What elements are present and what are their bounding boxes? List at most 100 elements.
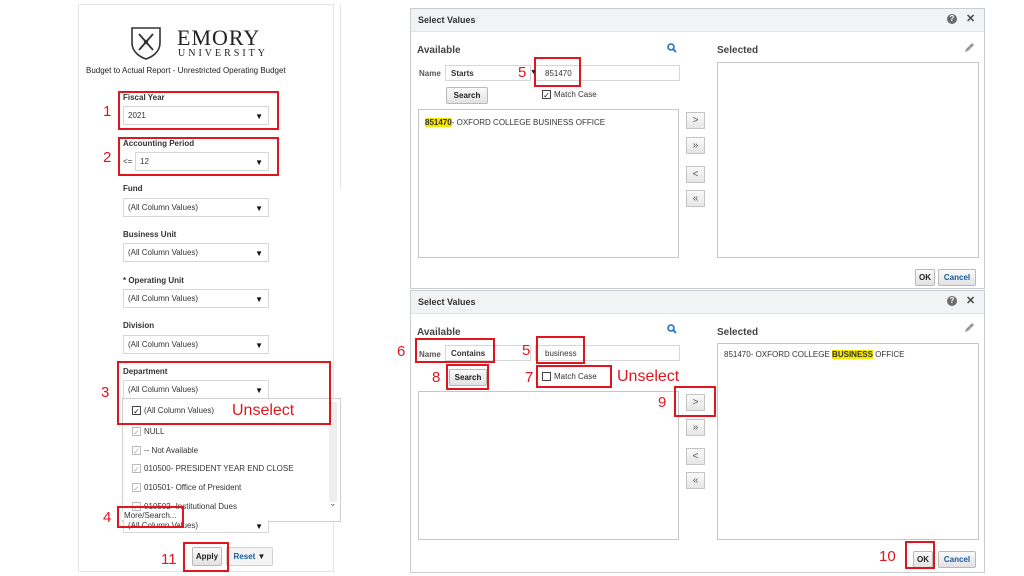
annotation-box <box>118 91 279 130</box>
checkbox-checked-icon: ✓ <box>132 483 141 494</box>
list-item[interactable]: ✓ -- Not Available <box>132 446 198 457</box>
division-value: (All Column Values) <box>128 340 199 349</box>
annotation-number: 8 <box>432 369 441 386</box>
operator-value: Starts <box>451 69 474 78</box>
help-icon[interactable]: ? <box>947 14 957 24</box>
selected-list: 851470- OXFORD COLLEGE BUSINESS OFFICE <box>717 343 979 540</box>
divider <box>340 4 341 189</box>
move-all-right-button[interactable]: » <box>686 137 705 154</box>
available-label: Available <box>417 327 461 338</box>
dropdown-arrow-icon: ▼ <box>255 249 263 258</box>
search-button[interactable]: Search <box>446 87 488 104</box>
dropdown-arrow-icon: ▼ <box>255 204 263 213</box>
list-item[interactable]: ✓ 010501- Office of President <box>132 483 241 494</box>
annotation-number: 11 <box>161 551 177 568</box>
pointer-arrow-icon: ▼ <box>530 69 537 76</box>
business-unit-label: Business Unit <box>123 230 177 239</box>
move-all-left-button[interactable]: « <box>686 190 705 207</box>
edit-pencil-icon[interactable] <box>963 322 975 334</box>
available-label: Available <box>417 45 461 56</box>
ok-button[interactable]: OK <box>915 269 935 286</box>
fund-label: Fund <box>123 184 143 193</box>
annotation-number: 6 <box>397 343 406 360</box>
annotation-box <box>118 137 279 176</box>
result-code: 851470 <box>425 118 452 127</box>
result-name: - OXFORD COLLEGE BUSINESS OFFICE <box>451 118 606 127</box>
selected-list <box>717 62 979 258</box>
reset-button[interactable]: Reset ▼ <box>226 547 273 566</box>
annotation-number: 7 <box>525 369 534 386</box>
close-icon[interactable]: ✕ <box>966 294 975 307</box>
checkbox-checked-icon: ✓ <box>132 446 141 457</box>
business-unit-value: (All Column Values) <box>128 248 199 257</box>
annotation-box <box>536 365 612 388</box>
annotation-number: 2 <box>103 149 112 166</box>
move-left-button[interactable]: < <box>686 448 705 465</box>
fund-value: (All Column Values) <box>128 203 199 212</box>
annotation-box <box>536 336 585 364</box>
move-left-button[interactable]: < <box>686 166 705 183</box>
annotation-unselect: Unselect <box>617 368 680 385</box>
available-list: 851470- OXFORD COLLEGE BUSINESS OFFICE <box>418 109 679 258</box>
list-item[interactable]: 851470- OXFORD COLLEGE BUSINESS OFFICE <box>425 118 605 127</box>
annotation-box <box>905 541 935 569</box>
move-all-left-button[interactable]: « <box>686 472 705 489</box>
checkbox-checked-icon: ✓ <box>132 464 141 475</box>
report-title: Budget to Actual Report - Unrestricted O… <box>86 66 286 75</box>
division-select[interactable]: (All Column Values) ▼ <box>123 335 269 354</box>
close-icon[interactable]: ✕ <box>966 12 975 25</box>
edit-pencil-icon[interactable] <box>963 42 975 54</box>
move-all-right-button[interactable]: » <box>686 419 705 436</box>
annotation-number: 5 <box>522 342 531 359</box>
match-case-label: Match Case <box>554 90 597 99</box>
reset-dropdown-icon: ▼ <box>257 552 266 561</box>
operating-unit-select[interactable]: (All Column Values) ▼ <box>123 289 269 308</box>
dropdown-arrow-icon: ▼ <box>255 522 263 531</box>
annotation-box <box>674 386 716 417</box>
search-icon[interactable] <box>667 43 677 53</box>
match-case-checkbox[interactable]: ✓ Match Case <box>542 90 597 101</box>
division-label: Division <box>123 321 155 330</box>
move-right-button[interactable]: > <box>686 112 705 129</box>
dropdown-arrow-icon: ▼ <box>255 341 263 350</box>
scroll-down-icon[interactable]: ⌄ <box>329 498 337 509</box>
annotation-box <box>183 542 229 572</box>
reset-label: Reset <box>233 552 256 561</box>
dialog-header: Select Values ? ✕ <box>411 291 984 314</box>
help-icon[interactable]: ? <box>947 296 957 306</box>
dialog-title: Select Values <box>418 15 476 25</box>
search-icon[interactable] <box>667 324 677 334</box>
selected-label: Selected <box>717 45 759 56</box>
annotation-number: 1 <box>103 103 112 120</box>
annotation-number: 4 <box>103 509 112 526</box>
business-unit-select[interactable]: (All Column Values) ▼ <box>123 243 269 262</box>
selected-label: Selected <box>717 327 759 338</box>
select-values-dialog: Select Values ? ✕ Available Selected Nam… <box>410 8 985 289</box>
annotation-box <box>415 338 495 363</box>
logo-subname: UNIVERSITY <box>178 48 268 59</box>
operating-unit-label: * Operating Unit <box>123 276 184 285</box>
dropdown-arrow-icon: ▼ <box>255 295 263 304</box>
dialog-title: Select Values <box>418 297 476 307</box>
annotation-box <box>117 361 331 425</box>
dialog-header: Select Values ? ✕ <box>411 9 984 32</box>
list-item[interactable]: ✓ NULL <box>132 427 164 438</box>
annotation-box <box>117 506 184 528</box>
annotation-number: 5 <box>518 64 527 81</box>
checkbox-checked-icon: ✓ <box>542 90 551 101</box>
match-highlight: BUSINESS <box>832 350 873 359</box>
annotation-number: 10 <box>879 548 896 565</box>
cancel-button[interactable]: Cancel <box>938 269 976 286</box>
annotation-unselect: Unselect <box>232 402 295 419</box>
name-label: Name <box>419 69 441 78</box>
list-item[interactable]: ✓ 010500- PRESIDENT YEAR END CLOSE <box>132 464 294 475</box>
cancel-button[interactable]: Cancel <box>938 551 976 568</box>
available-list <box>418 391 679 540</box>
emory-shield-logo <box>131 27 161 60</box>
select-values-dialog: Select Values ? ✕ Available Selected Nam… <box>410 290 985 573</box>
annotation-number: 3 <box>101 384 110 401</box>
list-item[interactable]: 851470- OXFORD COLLEGE BUSINESS OFFICE <box>724 350 905 359</box>
operating-unit-value: (All Column Values) <box>128 294 199 303</box>
checkbox-checked-icon: ✓ <box>132 427 141 438</box>
fund-select[interactable]: (All Column Values) ▼ <box>123 198 269 217</box>
